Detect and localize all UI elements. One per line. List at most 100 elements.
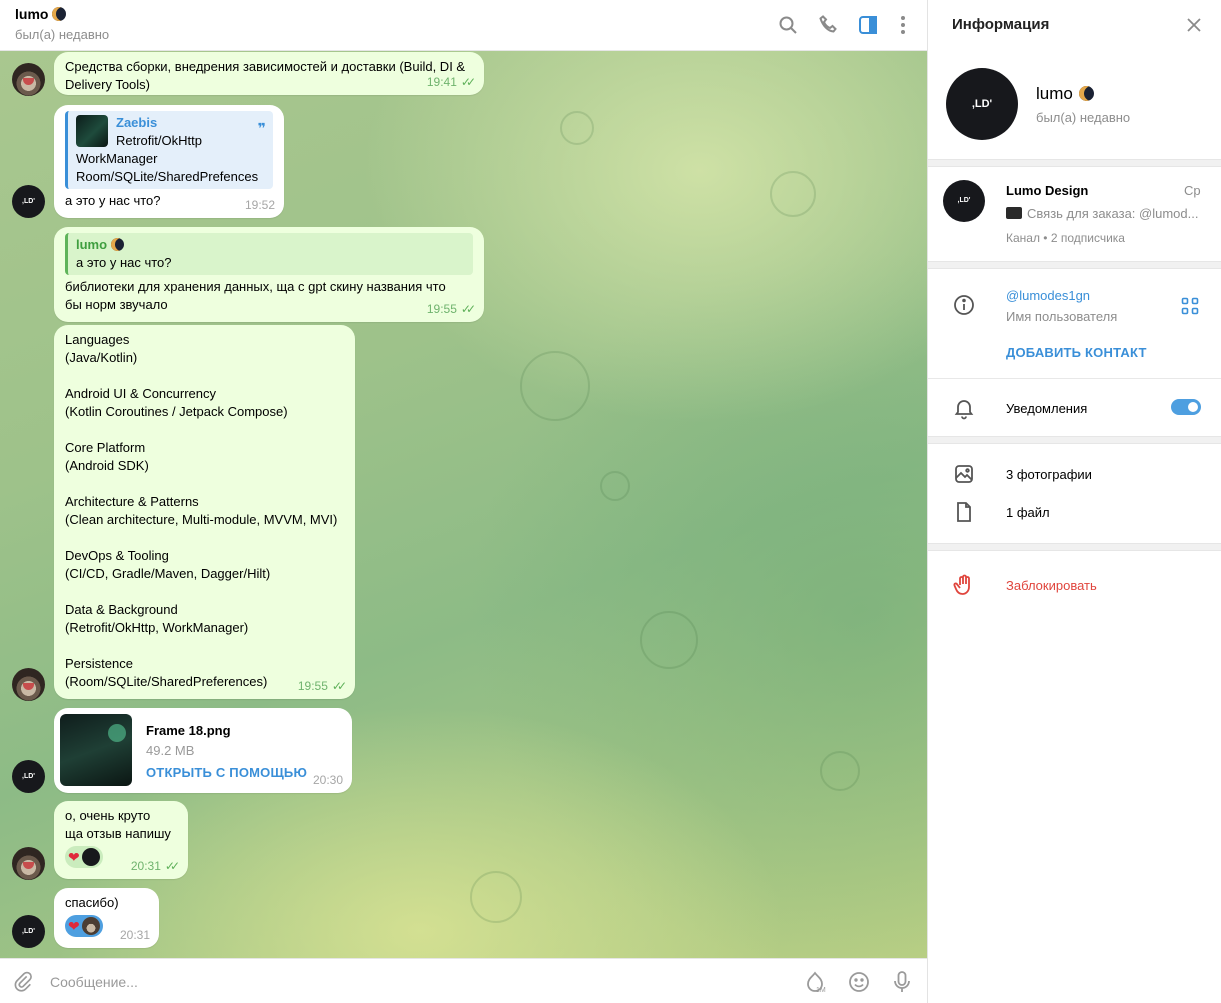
message-bubble[interactable]: lumo а это у нас что? библиотеки для хра… <box>54 227 484 322</box>
profile-name-text: lumo <box>1036 84 1073 103</box>
channel-avatar: ,LD' <box>943 180 985 222</box>
message-bubble[interactable]: Zaebis Retrofit/OkHttp WorkManager Room/… <box>54 105 284 218</box>
username-label: Имя пользователя <box>1006 309 1118 324</box>
message-bubble[interactable]: о, очень круто ща отзыв напишу ❤ 20:31 ✓✓ <box>54 801 188 879</box>
message-time: 20:31 <box>130 859 161 873</box>
avatar[interactable]: ,LD' <box>12 760 45 793</box>
notifications-toggle[interactable] <box>1171 399 1201 415</box>
reactor-avatar <box>81 848 100 866</box>
message-bubble[interactable]: Languages (Java/Kotlin) Android UI & Con… <box>54 325 355 699</box>
message-meta: 20:31 ✓✓ <box>130 857 180 875</box>
photos-row[interactable]: 3 фотографии <box>928 452 1221 492</box>
read-ticks-icon: ✓✓ <box>460 302 476 316</box>
message-text: спасибо) <box>65 895 119 910</box>
info-title: Информация <box>952 16 1050 33</box>
reaction-heart[interactable]: ❤ <box>65 915 103 937</box>
reply-quote[interactable]: Zaebis Retrofit/OkHttp WorkManager Room/… <box>65 111 273 189</box>
profile-name: lumo <box>1036 84 1094 104</box>
avatar[interactable] <box>12 847 45 880</box>
chat-title[interactable]: lumo <box>15 6 67 22</box>
microphone-icon[interactable] <box>890 969 914 995</box>
add-contact-button[interactable]: ДОБАВИТЬ КОНТАКТ <box>1006 345 1147 360</box>
message-time: 19:41 <box>426 75 457 89</box>
message-text: Languages (Java/Kotlin) Android UI & Con… <box>65 332 338 689</box>
wallpaper-doodle <box>820 751 860 791</box>
message-bubble[interactable]: Средства сборки, внедрения зависимостей … <box>54 52 484 95</box>
reply-quote[interactable]: lumo а это у нас что? <box>65 233 473 275</box>
wallpaper-doodle <box>640 611 698 669</box>
avatar[interactable]: ,LD' <box>12 185 45 218</box>
channel-meta: Канал • 2 подписчика <box>1006 231 1125 245</box>
composer: 1M <box>0 958 927 1003</box>
message-time: 20:31 <box>119 928 150 942</box>
timer-icon[interactable]: 1M <box>803 970 827 994</box>
heart-icon: ❤ <box>68 849 80 865</box>
message-text: Средства сборки, внедрения зависимостей … <box>65 59 466 92</box>
section-divider <box>928 159 1221 167</box>
username-link[interactable]: @lumodes1gn <box>1006 288 1090 303</box>
close-icon[interactable] <box>1184 15 1204 35</box>
message-time: 19:52 <box>244 198 275 212</box>
avatar[interactable]: ,LD' <box>12 915 45 948</box>
quote-author-text: lumo <box>76 237 108 252</box>
quote-thumbnail <box>76 115 108 147</box>
block-label: Заблокировать <box>1006 578 1097 593</box>
message-list[interactable]: Средства сборки, внедрения зависимостей … <box>0 51 927 958</box>
files-row[interactable]: 1 файл <box>928 490 1221 530</box>
message-time: 19:55 <box>426 302 457 316</box>
channel-date: Ср <box>1184 183 1201 198</box>
avatar[interactable] <box>12 63 45 96</box>
wallpaper-doodle <box>770 171 816 217</box>
reaction-heart[interactable]: ❤ <box>65 846 103 868</box>
profile-avatar[interactable]: ,LD' <box>946 68 1018 140</box>
read-ticks-icon: ✓✓ <box>164 859 180 873</box>
message-time: 19:55 <box>297 679 328 693</box>
moon-emoji-icon <box>1078 86 1094 101</box>
row-divider <box>928 378 1221 379</box>
message-meta: 20:31 <box>120 926 150 944</box>
files-count: 1 файл <box>1006 505 1050 520</box>
open-with-button[interactable]: ОТКРЫТЬ С ПОМОЩЬЮ <box>146 764 307 782</box>
chat-status: был(а) недавно <box>15 27 110 42</box>
phone-icon[interactable] <box>817 13 841 37</box>
avatar[interactable] <box>12 668 45 701</box>
qr-code-icon[interactable] <box>1181 297 1199 315</box>
emoji-icon[interactable] <box>847 970 871 994</box>
file-size: 49.2 MB <box>146 743 195 758</box>
section-divider <box>928 261 1221 269</box>
svg-text:1M: 1M <box>816 987 826 994</box>
file-message[interactable]: Frame 18.png 49.2 MB ОТКРЫТЬ С ПОМОЩЬЮ 2… <box>54 708 352 793</box>
file-name: Frame 18.png <box>146 723 231 738</box>
message-text: библиотеки для хранения данных, ща с gpt… <box>65 279 446 312</box>
wallpaper-doodle <box>560 111 594 145</box>
moon-emoji-icon <box>52 7 67 21</box>
chat-header[interactable]: lumo был(а) недавно <box>0 0 927 51</box>
read-ticks-icon: ✓✓ <box>460 75 476 89</box>
photo-icon <box>955 465 973 483</box>
chat-column: lumo был(а) недавно Средства сборки, вне… <box>0 0 927 1003</box>
wallpaper-doodle <box>600 471 630 501</box>
bell-icon <box>954 400 974 420</box>
message-text: а это у нас что? <box>65 193 161 208</box>
heart-icon: ❤ <box>68 918 80 934</box>
sidebar-toggle-icon[interactable] <box>856 13 880 37</box>
channel-row[interactable]: ,LD' Lumo Design Ср Связь для заказа: @l… <box>928 167 1221 261</box>
block-hand-icon <box>953 574 970 595</box>
file-thumbnail[interactable] <box>60 714 132 786</box>
section-divider <box>928 436 1221 444</box>
more-vertical-icon[interactable] <box>891 13 915 37</box>
reactor-avatar <box>81 917 100 935</box>
search-icon[interactable] <box>776 13 800 37</box>
block-row[interactable]: Заблокировать <box>928 563 1221 607</box>
quote-mark-icon: ❞ <box>257 120 266 136</box>
read-ticks-icon: ✓✓ <box>331 679 347 693</box>
channel-preview-text: Связь для заказа: @lumod... <box>1027 206 1199 221</box>
profile-status: был(а) недавно <box>1036 110 1131 125</box>
section-divider <box>928 543 1221 551</box>
notifications-label: Уведомления <box>1006 401 1088 416</box>
attach-icon[interactable] <box>12 970 34 992</box>
message-input[interactable] <box>50 972 750 992</box>
quote-author: lumo <box>76 236 465 254</box>
message-bubble[interactable]: спасибо) ❤ 20:31 <box>54 888 159 948</box>
chat-title-text: lumo <box>15 6 49 22</box>
